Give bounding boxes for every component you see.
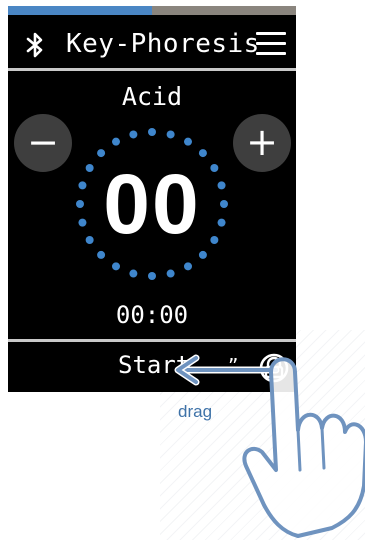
hand-pointer-icon xyxy=(242,357,365,538)
drag-label: drag xyxy=(178,402,213,421)
gesture-overlay xyxy=(174,354,365,538)
left-arrow-icon xyxy=(174,354,280,386)
